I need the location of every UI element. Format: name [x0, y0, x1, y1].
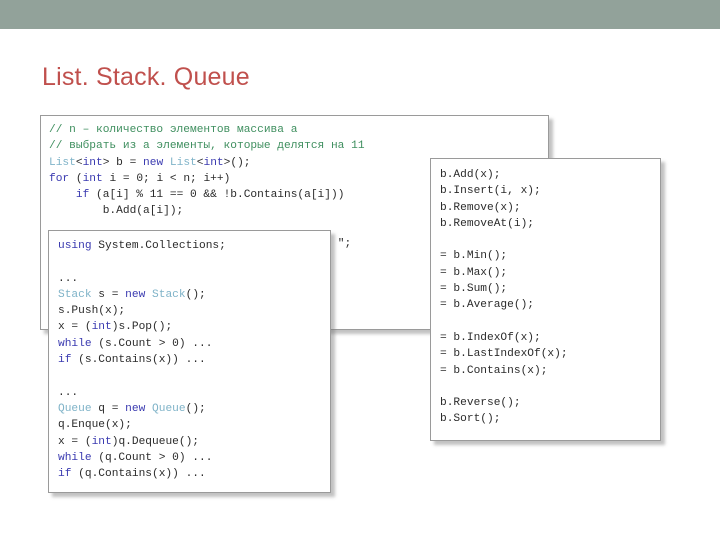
- code-line: // выбрать из a элементы, которые делятс…: [49, 140, 365, 153]
- code-line: b.Insert(i, x);: [440, 185, 541, 198]
- code-line: = b.Contains(x);: [440, 364, 548, 377]
- code-line: b.RemoveAt(i);: [440, 217, 534, 230]
- code-line: b.Add(x);: [440, 169, 501, 181]
- code-line: = b.Min();: [440, 250, 508, 263]
- page-title: List. Stack. Queue: [42, 63, 250, 91]
- top-decorative-band: [0, 0, 720, 29]
- code-box-list-members: b.Add(x); b.Insert(i, x); b.Remove(x); b…: [430, 158, 661, 441]
- code-line: b.Sort();: [440, 413, 501, 426]
- code-line: b.Reverse();: [440, 397, 521, 410]
- code-line: b.Remove(x);: [440, 201, 521, 214]
- code-line: = b.Average();: [440, 299, 534, 312]
- code-line: = b.Max();: [440, 266, 508, 279]
- code-text-list-members: b.Add(x); b.Insert(i, x); b.Remove(x); b…: [431, 159, 660, 428]
- code-box-stack-queue-example: using System.Collections; ... Stack s = …: [48, 230, 331, 493]
- code-line: = b.IndexOf(x);: [440, 331, 541, 344]
- code-text-stack-queue-example: using System.Collections; ... Stack s = …: [58, 240, 226, 481]
- code-line: = b.Sum();: [440, 283, 508, 296]
- code-line: // n – количество элементов массива a: [49, 124, 298, 136]
- code-line: = b.LastIndexOf(x);: [440, 348, 568, 361]
